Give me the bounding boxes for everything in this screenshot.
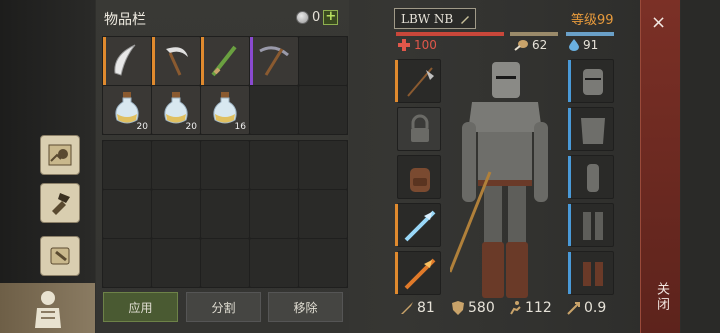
- remove-button[interactable]: 移除: [268, 292, 343, 322]
- equip-slot-helmet[interactable]: [568, 59, 614, 103]
- close-label[interactable]: 关闭: [652, 282, 671, 312]
- apply-button[interactable]: 应用: [103, 292, 178, 322]
- right-edge: [681, 0, 720, 333]
- inventory-slot[interactable]: [103, 141, 151, 189]
- health-icon: [398, 39, 410, 51]
- inventory-slot[interactable]: [250, 239, 298, 287]
- hunger-stat: 62: [514, 38, 547, 52]
- map-icon[interactable]: [40, 135, 80, 175]
- inventory-slot[interactable]: [250, 141, 298, 189]
- damage-value: 81: [417, 300, 435, 316]
- inventory-slot[interactable]: [250, 190, 298, 238]
- water-stat: 91: [569, 38, 598, 52]
- inventory-slot[interactable]: [201, 239, 249, 287]
- inventory-slot[interactable]: 20: [103, 86, 151, 134]
- attack-speed-icon: [567, 302, 580, 315]
- level-label: 等级99: [571, 13, 614, 28]
- inventory-slot[interactable]: [103, 239, 151, 287]
- helmet-icon: [583, 69, 603, 95]
- coin-icon: [296, 11, 309, 24]
- health-bar: [396, 32, 504, 36]
- hunger-bar: [510, 32, 558, 36]
- inventory-grid-top: 20 20 16: [102, 36, 348, 135]
- lock-icon: [411, 114, 429, 142]
- equip-slot-gloves[interactable]: [568, 155, 614, 199]
- add-coins-button[interactable]: +: [323, 10, 339, 25]
- backpack-icon: [410, 168, 430, 192]
- shield-icon: [452, 301, 464, 315]
- character-name: LBW NB: [401, 11, 454, 26]
- inventory-slot[interactable]: [103, 190, 151, 238]
- inventory-title: 物品栏: [104, 12, 146, 28]
- knight-character: [450, 62, 548, 298]
- inventory-slot[interactable]: [299, 239, 347, 287]
- speed-stat: 112: [508, 300, 552, 316]
- attack-speed-stat: 0.9: [567, 300, 606, 316]
- coin-count: 0: [312, 10, 321, 25]
- water-bar: [566, 32, 614, 36]
- item-count: 16: [234, 122, 246, 132]
- scroll-icon[interactable]: [40, 236, 80, 276]
- inventory-slot[interactable]: [152, 141, 200, 189]
- character-icon[interactable]: [0, 283, 95, 333]
- inventory-slot[interactable]: [201, 141, 249, 189]
- item-count: 20: [185, 122, 197, 132]
- split-button[interactable]: 分割: [186, 292, 261, 322]
- equip-slot-boots[interactable]: [568, 251, 614, 295]
- item-count: 20: [136, 122, 148, 132]
- armor-value: 580: [468, 300, 495, 316]
- equip-slot-locked: [397, 107, 441, 151]
- character-name-box[interactable]: LBW NB: [394, 8, 476, 29]
- hunger-value: 62: [532, 38, 548, 52]
- inventory-slot[interactable]: [299, 37, 347, 85]
- inventory-slot[interactable]: [152, 190, 200, 238]
- sword-icon: [401, 302, 413, 314]
- damage-stat: 81: [400, 300, 435, 316]
- coin-counter: 0 +: [296, 10, 339, 25]
- inventory-slot[interactable]: [152, 37, 200, 85]
- water-drop-icon: [569, 39, 579, 51]
- boots-icon: [583, 262, 603, 286]
- halberd-icon: [407, 67, 434, 97]
- attack-speed-value: 0.9: [584, 300, 607, 316]
- equip-slot-fire-spear[interactable]: [395, 251, 441, 295]
- inventory-slot[interactable]: 16: [201, 86, 249, 134]
- inventory-slot[interactable]: [250, 37, 298, 85]
- close-icon[interactable]: ×: [651, 12, 666, 33]
- inventory-grid-bottom: [102, 140, 348, 288]
- water-value: 91: [583, 38, 599, 52]
- equip-slot-chest[interactable]: [568, 107, 614, 151]
- speed-value: 112: [525, 300, 552, 316]
- equip-slot-legs[interactable]: [568, 203, 614, 247]
- armor-stat: 580: [451, 300, 495, 316]
- drumstick-icon: [514, 40, 528, 51]
- fire-spear-icon: [404, 258, 436, 290]
- inventory-slot[interactable]: [299, 141, 347, 189]
- inventory-slot[interactable]: [152, 239, 200, 287]
- health-value: 100: [414, 38, 437, 52]
- ice-spear-icon: [404, 210, 436, 242]
- inventory-slot[interactable]: [299, 86, 347, 134]
- chest-armor-icon: [581, 118, 605, 144]
- crafting-icon[interactable]: [40, 183, 80, 223]
- edit-icon[interactable]: [459, 13, 471, 25]
- game-screen: 物品栏 0 + 20 20 16 应用 分割 移除 LBW NB 等级99 100 …: [0, 0, 720, 333]
- inventory-slot[interactable]: [201, 37, 249, 85]
- running-icon: [510, 301, 521, 315]
- equip-slot-backpack[interactable]: [397, 155, 441, 199]
- inventory-slot[interactable]: [103, 37, 151, 85]
- inventory-slot[interactable]: 20: [152, 86, 200, 134]
- equip-slot-ice-spear[interactable]: [395, 203, 441, 247]
- leg-armor-icon: [583, 212, 603, 240]
- inventory-slot[interactable]: [201, 190, 249, 238]
- equip-slot-weapon[interactable]: [395, 59, 441, 103]
- health-stat: 100: [398, 38, 437, 52]
- gauntlet-icon: [587, 164, 599, 192]
- inventory-slot[interactable]: [250, 86, 298, 134]
- inventory-slot[interactable]: [299, 190, 347, 238]
